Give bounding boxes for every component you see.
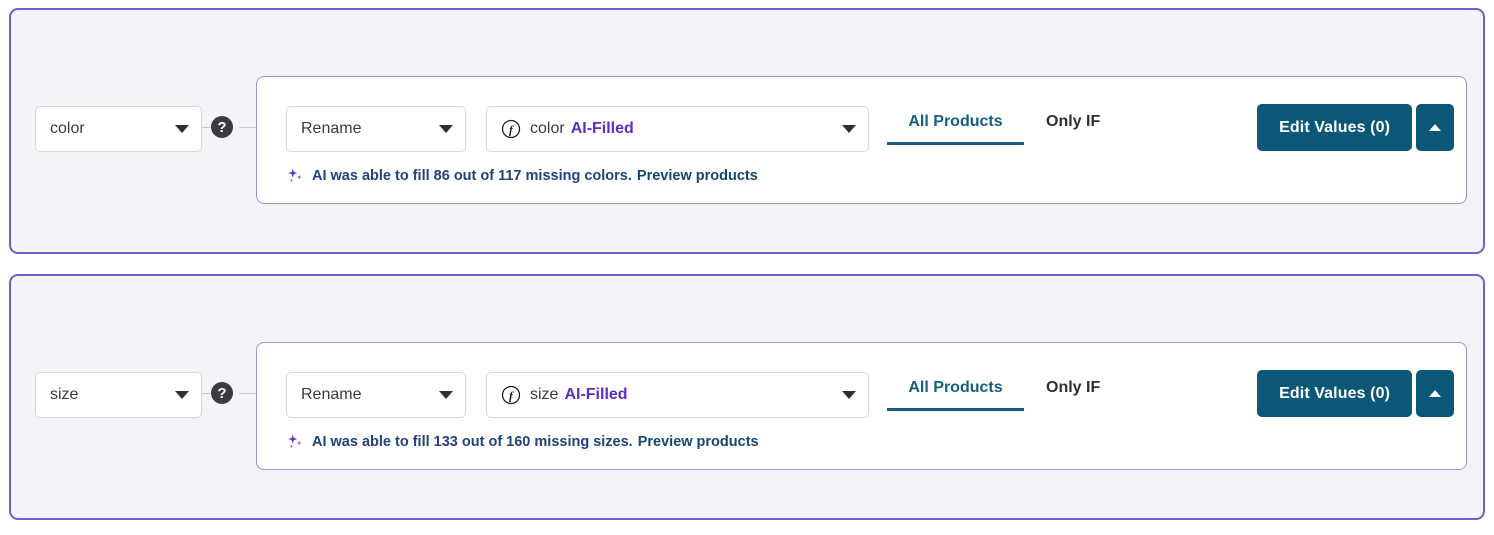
help-icon-label: ?	[217, 118, 227, 136]
chevron-down-icon	[842, 125, 856, 133]
action-select[interactable]: Rename	[286, 106, 466, 152]
source-select-value: f color AI-Filled	[501, 119, 842, 139]
connector-line-left	[202, 127, 211, 128]
edit-values-button[interactable]: Edit Values (0)	[1257, 104, 1412, 151]
action-select-value: Rename	[301, 121, 362, 137]
tab-only-if[interactable]: Only IF	[1046, 372, 1100, 408]
source-select-value: f size AI-Filled	[501, 385, 842, 405]
source-field-tag: AI-Filled	[570, 120, 634, 137]
attribute-rule-card: size ? Rename f size AI-Filled All Produ…	[9, 274, 1485, 520]
source-select[interactable]: f size AI-Filled	[486, 372, 869, 418]
tab-only-if[interactable]: Only IF	[1046, 106, 1100, 142]
sparkle-icon	[288, 434, 302, 448]
connector-line-right	[239, 127, 257, 128]
attribute-select-value: size	[50, 387, 79, 403]
connector-line-right	[239, 393, 257, 394]
function-icon: f	[501, 385, 521, 405]
chevron-down-icon	[439, 391, 453, 399]
tab-all-products[interactable]: All Products	[887, 372, 1024, 411]
chevron-down-icon	[175, 125, 189, 133]
ai-fill-note-text: AI was able to fill 133 out of 160 missi…	[312, 434, 633, 450]
rule-panel: Rename f color AI-Filled All Products On…	[256, 76, 1467, 204]
attribute-select[interactable]: size	[35, 372, 202, 418]
svg-text:f: f	[509, 389, 514, 402]
source-select[interactable]: f color AI-Filled	[486, 106, 869, 152]
attribute-select[interactable]: color	[35, 106, 202, 152]
chevron-down-icon	[439, 125, 453, 133]
source-field-name: size	[530, 386, 559, 403]
rule-panel: Rename f size AI-Filled All Products Onl…	[256, 342, 1467, 470]
collapse-toggle-button[interactable]	[1416, 104, 1454, 151]
caret-up-icon	[1429, 390, 1441, 397]
attribute-rules-page: color ? Rename f color AI-Filled All Pro…	[0, 0, 1494, 535]
function-icon: f	[501, 119, 521, 139]
action-select-value: Rename	[301, 387, 362, 403]
help-icon[interactable]: ?	[211, 116, 233, 138]
caret-up-icon	[1429, 124, 1441, 131]
edit-values-button[interactable]: Edit Values (0)	[1257, 370, 1412, 417]
edit-values-button-group: Edit Values (0)	[1257, 370, 1454, 417]
scope-tabs: All Products Only IF	[887, 106, 1100, 152]
source-field-name: color	[530, 120, 565, 137]
ai-fill-note: AI was able to fill 133 out of 160 missi…	[286, 433, 759, 451]
scope-tabs: All Products Only IF	[887, 372, 1100, 418]
preview-products-link[interactable]: Preview products	[638, 434, 759, 450]
attribute-select-value: color	[50, 121, 85, 137]
help-icon-label: ?	[217, 384, 227, 402]
connector-line-left	[202, 393, 211, 394]
preview-products-link[interactable]: Preview products	[637, 168, 758, 184]
ai-fill-note: AI was able to fill 86 out of 117 missin…	[286, 167, 758, 185]
help-icon[interactable]: ?	[211, 382, 233, 404]
svg-text:f: f	[509, 123, 514, 136]
collapse-toggle-button[interactable]	[1416, 370, 1454, 417]
sparkle-icon	[288, 168, 302, 182]
source-field-tag: AI-Filled	[564, 386, 628, 403]
ai-fill-note-text: AI was able to fill 86 out of 117 missin…	[312, 168, 632, 184]
attribute-rule-card: color ? Rename f color AI-Filled All Pro…	[9, 8, 1485, 254]
chevron-down-icon	[842, 391, 856, 399]
chevron-down-icon	[175, 391, 189, 399]
edit-values-button-group: Edit Values (0)	[1257, 104, 1454, 151]
tab-all-products[interactable]: All Products	[887, 106, 1024, 145]
action-select[interactable]: Rename	[286, 372, 466, 418]
